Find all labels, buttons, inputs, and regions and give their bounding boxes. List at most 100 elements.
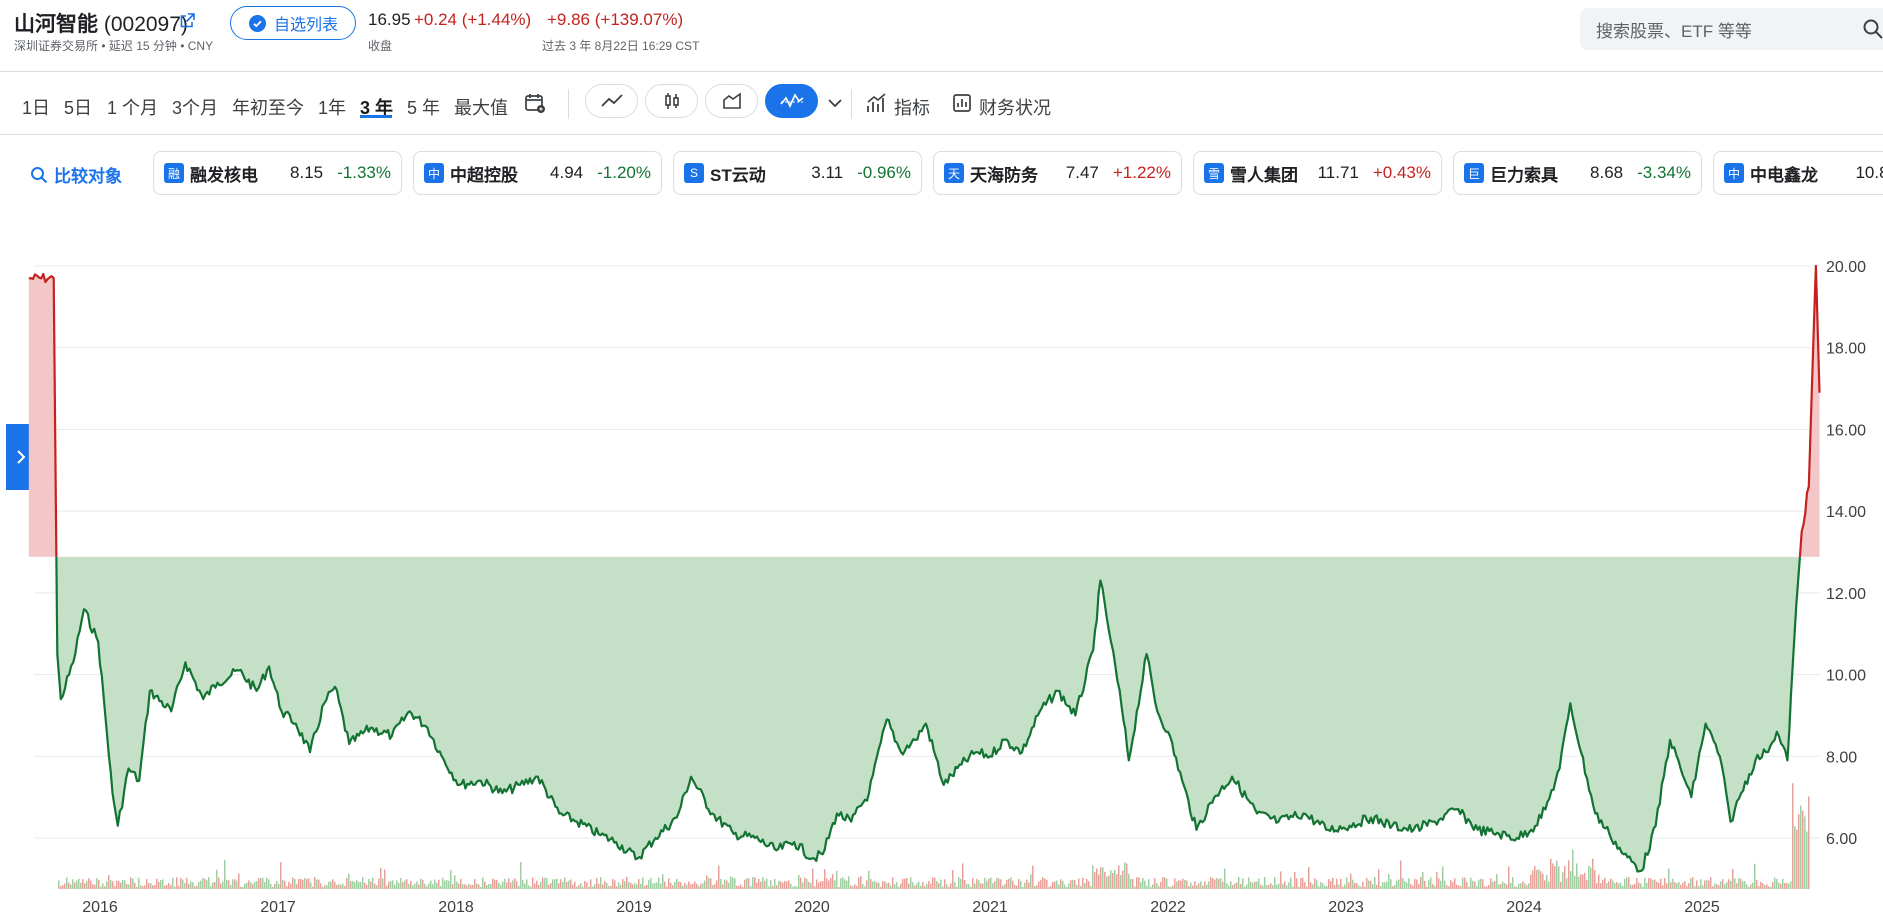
candlestick-button[interactable] [645,84,698,118]
volume-bar [198,881,200,889]
compare-chip[interactable]: S ST云动 3.11 -0.96% [673,151,922,195]
volume-bar [1626,877,1628,889]
volume-bar [646,884,648,889]
volume-bar [990,877,992,889]
search-icon[interactable] [1862,18,1883,45]
volume-bar [1336,878,1338,889]
volume-bar [1640,883,1642,889]
volume-bar [1688,883,1690,889]
volume-bar [1424,881,1426,889]
volume-bar [300,878,302,889]
period-1d[interactable]: 1日 [22,94,50,120]
volume-bar [952,870,954,889]
volume-bar [1102,867,1104,889]
period-1y[interactable]: 1年 [318,94,346,120]
volume-bar [1612,880,1614,889]
volume-bar [988,878,990,889]
volume-bar [534,883,536,889]
financials-button[interactable]: 财务状况 [979,94,1051,120]
volume-bar [1036,885,1038,889]
volume-bar [378,878,380,889]
volume-bar [942,886,944,889]
volume-bar [670,882,672,889]
volume-bar [1656,881,1658,889]
volume-bar [1504,883,1506,889]
volume-bar [852,886,854,889]
period-ytd[interactable]: 年初至今 [232,94,304,120]
volume-bar [1210,877,1212,889]
y-tick-label: 12.00 [1826,586,1866,603]
volume-bar [1076,884,1078,889]
volume-bar [1280,871,1282,889]
candlestick-icon [664,93,679,109]
indicators-icon[interactable] [866,92,888,119]
volume-bar [420,878,422,889]
price-chart[interactable]: 20.00 18.00 16.00 14.00 12.00 10.00 8.00 6.00 2… [0,240,1883,919]
compare-chip[interactable]: 中中超控股 4.94 -1.20% [413,151,662,195]
volume-bar [390,881,392,889]
volume-bar [1346,877,1348,889]
search-input[interactable]: 搜索股票、ETF 等等 [1580,8,1883,50]
baseline-chart-button[interactable] [765,84,818,118]
volume-bar [728,882,730,889]
compare-button[interactable]: 比较对象 [30,162,122,187]
volume-bar [524,883,526,889]
external-link-icon[interactable] [179,12,196,34]
chevron-down-icon[interactable] [827,96,843,114]
volume-bar [1524,883,1526,889]
volume-bar [1328,879,1330,889]
volume-bar [1436,871,1438,889]
volume-bar [400,878,402,889]
line-chart-button[interactable] [585,84,638,118]
volume-bar [1064,884,1066,889]
compare-chip[interactable]: 巨巨力索具 8.68 -3.34% [1453,151,1702,195]
period-1m[interactable]: 1 个月 [107,94,158,120]
volume-bar [1444,880,1446,889]
area-chart-button[interactable] [705,84,758,118]
volume-bar [68,882,70,889]
compare-chip[interactable]: 融融发核电 8.15 -1.33% [153,151,402,195]
volume-bar [710,878,712,889]
volume-bar [872,881,874,889]
watchlist-button[interactable]: 自选列表 [230,6,356,40]
calendar-icon[interactable] [524,92,546,119]
volume-bar [632,884,634,889]
volume-bar [820,881,822,889]
volume-bar [346,877,348,889]
volume-bar [1458,885,1460,889]
volume-bar [996,877,998,889]
volume-bar [560,879,562,889]
volume-bar [1084,883,1086,889]
volume-bar [840,878,842,889]
volume-bar [1038,881,1040,889]
volume-bar [1716,884,1718,889]
compare-chip[interactable]: 天天海防务 7.47 +1.22% [933,151,1182,195]
volume-bar [1228,885,1230,889]
volume-bar [1518,883,1520,889]
volume-bar [1258,878,1260,889]
financials-icon[interactable] [952,93,972,118]
volume-bar [618,882,620,889]
period-3m[interactable]: 3个月 [172,94,218,120]
volume-bar [604,881,606,889]
volume-bar [1338,884,1340,889]
compare-chip[interactable]: 中中电鑫龙 10.88 [1713,151,1883,195]
volume-bar [280,862,282,889]
header-divider [0,71,1883,72]
volume-bar [616,886,618,889]
period-5y[interactable]: 5 年 [407,94,440,120]
period-5d[interactable]: 5日 [64,94,92,120]
volume-bar [1182,878,1184,889]
volume-bar [148,883,150,889]
volume-bar [626,877,628,889]
volume-bar [506,882,508,889]
volume-bar [888,882,890,889]
volume-bar [488,883,490,889]
volume-bar [1594,870,1596,889]
compare-chip[interactable]: 雪雪人集团 11.71 +0.43% [1193,151,1442,195]
period-max[interactable]: 最大值 [454,94,508,120]
volume-bar [784,880,786,889]
y-axis: 20.00 18.00 16.00 14.00 12.00 10.00 8.00 6.00 [1826,259,1866,848]
indicators-button[interactable]: 指标 [894,94,930,120]
volume-bar [1730,880,1732,889]
